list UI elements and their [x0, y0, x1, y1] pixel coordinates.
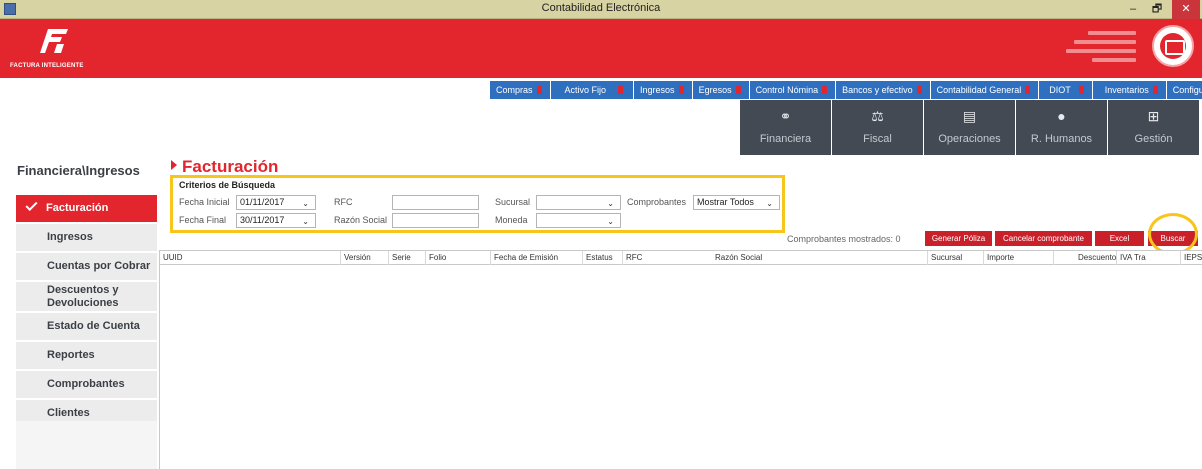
sidebar-item-ingresos[interactable]: Ingresos [16, 224, 157, 251]
chevron-down-icon: ⌄ [607, 199, 614, 208]
fecha-final-picker[interactable]: 30/11/2017 ⌄ [236, 213, 316, 228]
org-chart-icon: ⊞ [1147, 108, 1160, 124]
column-header-ieps[interactable]: IEPS [1180, 251, 1202, 265]
highlight-circle [1148, 213, 1198, 255]
moneda-label: Moneda [495, 215, 528, 225]
column-header-iva-tra[interactable]: IVA Tra [1116, 251, 1180, 265]
caret-right-icon [171, 160, 177, 170]
app-header: FACTURA INTELIGENTE [0, 19, 1202, 78]
sidebar-item-reportes[interactable]: Reportes [16, 342, 157, 369]
check-icon [25, 198, 38, 212]
window-title: Contabilidad Electrónica [541, 2, 661, 14]
cancelar-comprobante-button[interactable]: Cancelar comprobante [995, 231, 1092, 246]
module-recursos-humanos[interactable]: ● R. Humanos [1016, 100, 1107, 155]
sidebar-item-comprobantes[interactable]: Comprobantes [16, 371, 157, 398]
menu-activo-fijo[interactable]: Activo Fijo [550, 81, 634, 99]
table-header: UUID Versión Serie Folio Fecha de Emisió… [160, 250, 1202, 265]
module-tiles: ⚭ Financiera ⚖ Fiscal ▤ Operaciones ● R.… [740, 100, 1200, 155]
rfc-label: RFC [334, 197, 353, 207]
module-operaciones[interactable]: ▤ Operaciones [924, 100, 1015, 155]
menu-diot[interactable]: DIOT [1039, 81, 1092, 99]
chevron-down-icon: ⌄ [302, 217, 309, 226]
comprobantes-select[interactable]: Mostrar Todos ⌄ [693, 195, 780, 210]
menu-bancos-efectivo[interactable]: Bancos y efectivo [836, 81, 930, 99]
fecha-final-label: Fecha Final [179, 215, 227, 225]
sidebar-item-cuentas-por-cobrar[interactable]: Cuentas por Cobrar [16, 253, 157, 280]
pin-icon [1078, 86, 1084, 94]
column-header-importe[interactable]: Importe [983, 251, 1053, 265]
menu-control-nomina[interactable]: Control Nómina [749, 81, 836, 99]
sucursal-select[interactable]: ⌄ [536, 195, 621, 210]
close-button[interactable]: ✕ [1172, 0, 1200, 19]
breadcrumb: Financiera\Ingresos [17, 163, 140, 178]
module-gestion[interactable]: ⊞ Gestión [1108, 100, 1199, 155]
rfc-input[interactable] [392, 195, 479, 210]
page-title: Facturación [171, 157, 278, 177]
razon-social-input[interactable] [392, 213, 479, 228]
user-info [1066, 31, 1136, 67]
pin-icon [735, 86, 741, 94]
results-table: UUID Versión Serie Folio Fecha de Emisió… [159, 250, 1202, 469]
maximize-button[interactable]: 🗗 [1146, 0, 1168, 19]
search-criteria-panel: Criterios de Búsqueda Fecha Inicial 01/1… [170, 175, 785, 233]
column-header-estatus[interactable]: Estatus [582, 251, 622, 265]
sidebar-item-estado-de-cuenta[interactable]: Estado de Cuenta [16, 313, 157, 340]
sidebar-item-facturacion[interactable]: Facturación [16, 195, 157, 222]
fecha-inicial-label: Fecha Inicial [179, 197, 230, 207]
comprobantes-count: Comprobantes mostrados: 0 [787, 234, 901, 244]
razon-social-label: Razón Social [334, 215, 388, 225]
menu-inventarios[interactable]: Inventarios [1092, 81, 1166, 99]
comprobantes-label: Comprobantes [627, 197, 687, 207]
chevron-down-icon: ⌄ [607, 217, 614, 226]
logo-mark-icon [40, 29, 68, 53]
factura-inteligente-logo: FACTURA INTELIGENTE [10, 25, 90, 73]
column-header-version[interactable]: Versión [340, 251, 388, 265]
pin-icon [536, 86, 542, 94]
sidebar-item-descuentos-devoluciones[interactable]: Descuentos y Devoluciones [16, 282, 157, 311]
column-header-descuento[interactable]: Descuento [1053, 251, 1116, 265]
menu-configuracion[interactable]: Configuración [1166, 81, 1202, 99]
minimize-button[interactable]: – [1122, 0, 1144, 19]
person-icon: ● [1057, 108, 1066, 124]
module-financiera[interactable]: ⚭ Financiera [740, 100, 831, 155]
module-fiscal[interactable]: ⚖ Fiscal [832, 100, 923, 155]
menu-contabilidad-general[interactable]: Contabilidad General [930, 81, 1039, 99]
column-header-folio[interactable]: Folio [425, 251, 490, 265]
sidebar-footer [16, 421, 157, 469]
column-header-sucursal[interactable]: Sucursal [927, 251, 983, 265]
chevron-down-icon: ⌄ [766, 199, 773, 208]
excel-button[interactable]: Excel [1095, 231, 1144, 246]
column-header-uuid[interactable]: UUID [160, 251, 340, 265]
menu-compras[interactable]: Compras [490, 81, 550, 99]
column-header-serie[interactable]: Serie [388, 251, 425, 265]
column-header-rfc[interactable]: RFC [622, 251, 712, 265]
moneda-select[interactable]: ⌄ [536, 213, 621, 228]
column-header-fecha-emision[interactable]: Fecha de Emisión [490, 251, 582, 265]
criteria-title: Criterios de Búsqueda [179, 180, 276, 190]
pin-icon [1025, 86, 1031, 94]
laptop-icon [1160, 33, 1186, 59]
user-avatar[interactable] [1152, 25, 1194, 67]
column-header-razon-social[interactable]: Razón Social [712, 251, 927, 265]
menu-egresos[interactable]: Egresos [692, 81, 749, 99]
sucursal-label: Sucursal [495, 197, 531, 207]
pin-icon [822, 86, 828, 94]
pin-icon [916, 86, 922, 94]
logo-text: FACTURA INTELIGENTE [10, 63, 84, 69]
pin-icon [618, 86, 624, 94]
chevron-down-icon: ⌄ [302, 199, 309, 208]
document-icon: ▤ [962, 108, 977, 124]
main-menu: Compras Activo Fijo Ingresos Egresos Con… [490, 81, 1202, 99]
generar-poliza-button[interactable]: Generar Póliza [925, 231, 992, 246]
menu-ingresos[interactable]: Ingresos [634, 81, 692, 99]
pin-icon [678, 86, 684, 94]
rings-icon: ⚭ [779, 108, 792, 124]
window-titlebar: Contabilidad Electrónica – 🗗 ✕ [0, 0, 1202, 19]
scale-icon: ⚖ [871, 108, 884, 124]
fecha-inicial-picker[interactable]: 01/11/2017 ⌄ [236, 195, 316, 210]
pin-icon [1152, 86, 1158, 94]
sidebar: Facturación Ingresos Cuentas por Cobrar … [16, 195, 157, 429]
